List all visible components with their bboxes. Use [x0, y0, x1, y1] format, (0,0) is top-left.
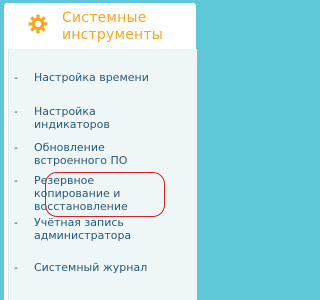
gear-icon — [28, 14, 48, 34]
menu-title-line1: Системные — [62, 10, 147, 26]
menu-item-system-log[interactable]: - Системный журнал — [14, 261, 184, 274]
menu-item-label-line1: Обновление — [34, 141, 105, 154]
app-frame: Системные инструменты - Настройка времен… — [0, 0, 202, 300]
menu-item-time-settings[interactable]: - Настройка времени — [14, 71, 184, 84]
menu-item-label-line2: администратора — [34, 229, 132, 242]
menu-item-label-line1: Настройка — [34, 105, 96, 118]
system-tools-menu: Системные инструменты - Настройка времен… — [4, 3, 197, 300]
menu-item-label-line2: встроенного ПО — [34, 154, 128, 167]
bullet-dash: - — [14, 261, 18, 274]
menu-header[interactable]: Системные инструменты — [4, 3, 196, 49]
menu-item-admin-account[interactable]: - Учётная запись администратора — [14, 216, 184, 242]
menu-item-label-line2: индикаторов — [34, 118, 110, 131]
menu-title-line2: инструменты — [62, 27, 164, 43]
menu-item-firmware-update[interactable]: - Обновление встроенного ПО — [14, 141, 184, 167]
menu-item-label: Системный журнал — [34, 261, 148, 274]
bullet-dash: - — [14, 174, 18, 187]
menu-item-label: Настройка времени — [34, 71, 149, 84]
menu-item-indicator-settings[interactable]: - Настройка индикаторов — [14, 105, 184, 131]
bullet-dash: - — [14, 216, 18, 229]
menu-item-label-line1: Учётная запись — [34, 216, 124, 229]
highlight-annotation — [45, 172, 165, 217]
bullet-dash: - — [14, 71, 18, 84]
bullet-dash: - — [14, 141, 18, 154]
bullet-dash: - — [14, 105, 18, 118]
menu-title: Системные инструменты — [62, 10, 192, 44]
